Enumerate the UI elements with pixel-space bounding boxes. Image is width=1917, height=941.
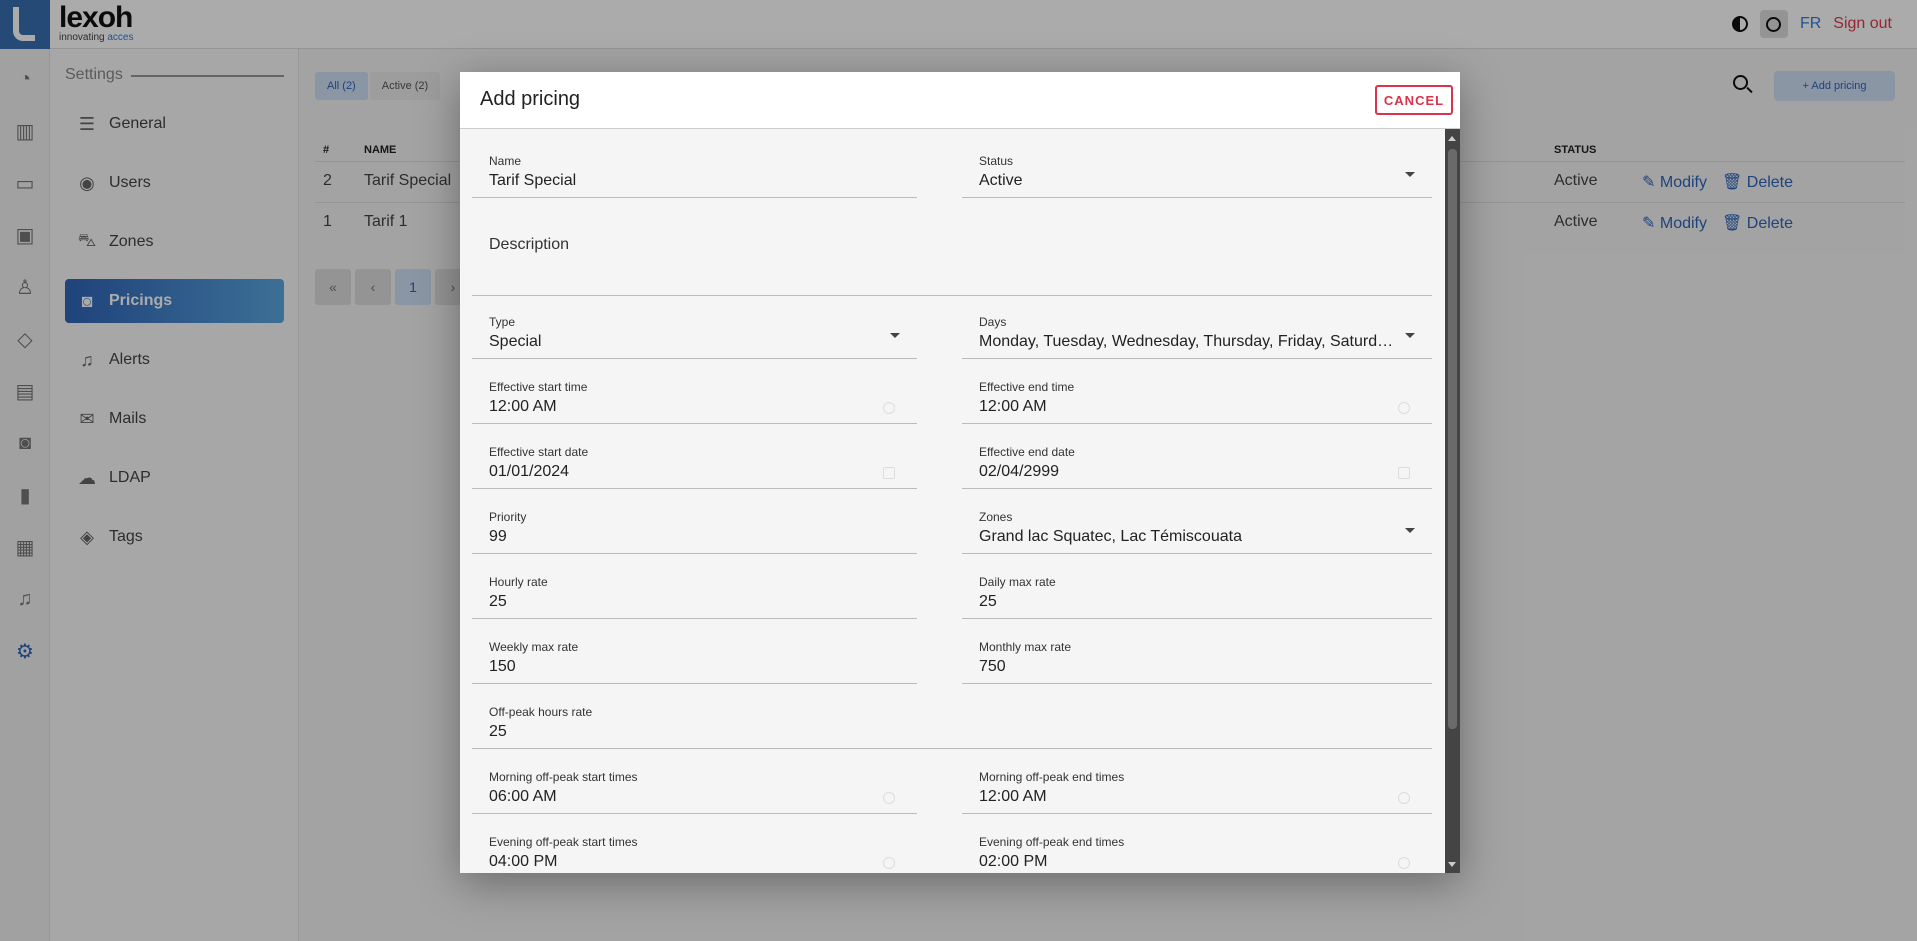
effective-end-time-input[interactable]: 12:00 AM [979, 398, 1047, 416]
status-select[interactable]: Status Active [962, 144, 1432, 198]
morning-offpeak-start-input[interactable]: 06:00 AM [489, 788, 557, 806]
field-label: Priority [489, 510, 527, 524]
type-value: Special [489, 333, 542, 350]
offpeak-rate-field[interactable]: Off-peak hours rate 25 [472, 695, 1432, 749]
type-select[interactable]: Type Special [472, 305, 917, 359]
caret-down-icon [1405, 528, 1415, 533]
field-label: Type [489, 315, 516, 329]
field-label: Effective start date [489, 445, 589, 459]
evening-offpeak-end-input[interactable]: 02:00 PM [979, 853, 1047, 871]
field-label: Name [489, 154, 522, 168]
effective-start-date-input[interactable]: 01/01/2024 [489, 463, 569, 481]
field-label: Effective start time [489, 380, 588, 394]
field-label: Evening off-peak start times [489, 835, 638, 849]
days-select[interactable]: Days Monday, Tuesday, Wednesday, Thursda… [962, 305, 1432, 359]
morning-offpeak-end-input[interactable]: 12:00 AM [979, 788, 1047, 806]
cancel-button[interactable]: CANCEL [1375, 85, 1453, 115]
field-label: Effective end date [979, 445, 1075, 459]
name-field[interactable]: Name Tarif Special [472, 144, 917, 198]
daily-max-rate-input[interactable]: 25 [979, 593, 997, 611]
caret-down-icon [1405, 172, 1415, 177]
modal-body: Name Tarif Special Status Active Descrip… [460, 129, 1445, 873]
effective-end-date-field[interactable]: Effective end date 02/04/2999 [962, 435, 1432, 489]
clock-icon[interactable] [1398, 792, 1410, 804]
morning-offpeak-end-field[interactable]: Morning off-peak end times 12:00 AM [962, 760, 1432, 814]
field-label: Monthly max rate [979, 640, 1072, 654]
field-label: Weekly max rate [489, 640, 579, 654]
daily-max-rate-field[interactable]: Daily max rate 25 [962, 565, 1432, 619]
field-label: Effective end time [979, 380, 1075, 394]
field-label: Morning off-peak end times [979, 770, 1125, 784]
clock-icon[interactable] [883, 402, 895, 414]
offpeak-rate-input[interactable]: 25 [489, 723, 507, 741]
scroll-down-icon[interactable] [1448, 862, 1456, 867]
add-pricing-modal: Add pricing CANCEL Name Tarif Special St… [460, 72, 1460, 873]
effective-start-time-input[interactable]: 12:00 AM [489, 398, 557, 416]
field-label: Description [489, 236, 570, 253]
effective-end-date-input[interactable]: 02/04/2999 [979, 463, 1059, 481]
field-label: Hourly rate [489, 575, 548, 589]
modal-title: Add pricing [480, 88, 581, 110]
modal-header: Add pricing CANCEL [460, 72, 1460, 129]
scroll-up-icon[interactable] [1448, 136, 1456, 141]
weekly-max-rate-field[interactable]: Weekly max rate 150 [472, 630, 917, 684]
description-field[interactable]: Description [472, 210, 1432, 296]
field-label: Daily max rate [979, 575, 1056, 589]
monthly-max-rate-input[interactable]: 750 [979, 658, 1006, 676]
priority-input[interactable]: 99 [489, 528, 507, 546]
field-label: Days [979, 315, 1007, 329]
field-label: Morning off-peak start times [489, 770, 638, 784]
modal-scrollbar[interactable] [1445, 129, 1460, 873]
evening-offpeak-end-field[interactable]: Evening off-peak end times 02:00 PM [962, 825, 1432, 873]
hourly-rate-field[interactable]: Hourly rate 25 [472, 565, 917, 619]
field-label: Off-peak hours rate [489, 705, 593, 719]
clock-icon[interactable] [1398, 857, 1410, 869]
caret-down-icon [1405, 333, 1415, 338]
clock-icon[interactable] [883, 857, 895, 869]
effective-start-time-field[interactable]: Effective start time 12:00 AM [472, 370, 917, 424]
morning-offpeak-start-field[interactable]: Morning off-peak start times 06:00 AM [472, 760, 917, 814]
priority-field[interactable]: Priority 99 [472, 500, 917, 554]
days-value: Monday, Tuesday, Wednesday, Thursday, Fr… [979, 333, 1394, 350]
field-label: Zones [979, 510, 1013, 524]
calendar-icon[interactable] [883, 467, 895, 479]
effective-start-date-field[interactable]: Effective start date 01/01/2024 [472, 435, 917, 489]
weekly-max-rate-input[interactable]: 150 [489, 658, 516, 676]
clock-icon[interactable] [883, 792, 895, 804]
hourly-rate-input[interactable]: 25 [489, 593, 507, 611]
field-label: Evening off-peak end times [979, 835, 1125, 849]
evening-offpeak-start-field[interactable]: Evening off-peak start times 04:00 PM [472, 825, 917, 873]
field-label: Status [979, 154, 1014, 168]
scrollbar-thumb[interactable] [1448, 149, 1457, 729]
calendar-icon[interactable] [1398, 467, 1410, 479]
effective-end-time-field[interactable]: Effective end time 12:00 AM [962, 370, 1432, 424]
monthly-max-rate-field[interactable]: Monthly max rate 750 [962, 630, 1432, 684]
name-input[interactable]: Tarif Special [489, 172, 576, 190]
zones-select[interactable]: Zones Grand lac Squatec, Lac Témiscouata [962, 500, 1432, 554]
status-value: Active [979, 172, 1023, 189]
zones-value: Grand lac Squatec, Lac Témiscouata [979, 528, 1242, 545]
clock-icon[interactable] [1398, 402, 1410, 414]
evening-offpeak-start-input[interactable]: 04:00 PM [489, 853, 557, 871]
caret-down-icon [890, 333, 900, 338]
